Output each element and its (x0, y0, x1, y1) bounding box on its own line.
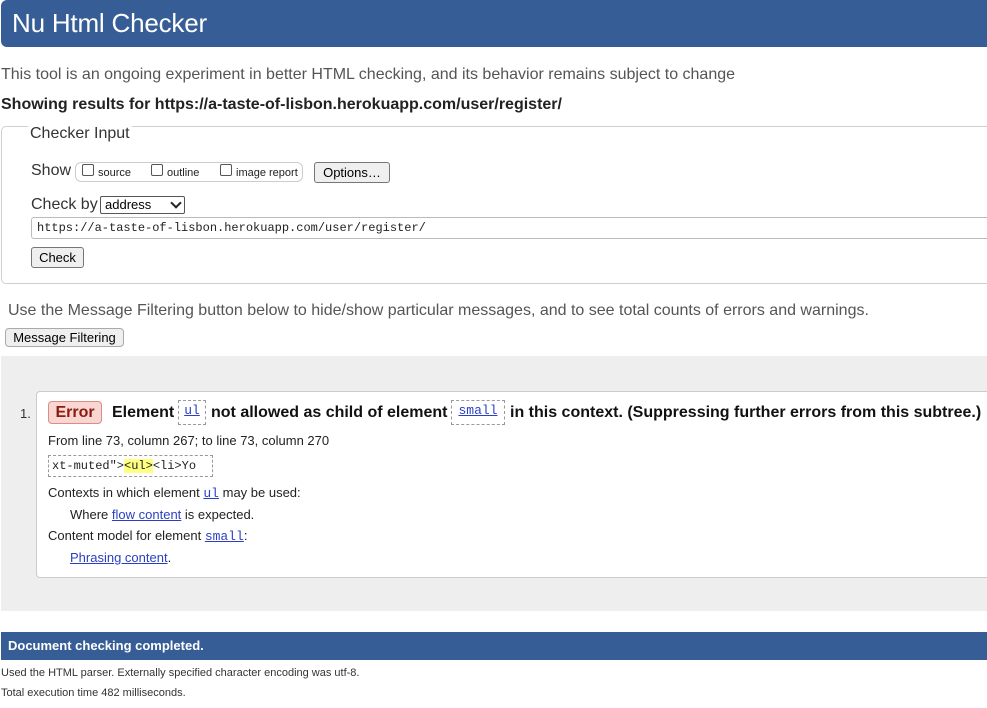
message-text-context: in this context. (Suppressing further er… (510, 404, 982, 421)
show-label: Show (31, 162, 72, 179)
extract-before: xt-muted"> (52, 459, 125, 473)
intro-text: This tool is an ongoing experiment in be… (1, 66, 736, 83)
where-suffix: is expected. (184, 507, 255, 522)
image-report-checkbox[interactable] (220, 164, 232, 176)
phrasing-end: . (167, 550, 172, 565)
contexts-line: Contexts in which element ul may be used… (48, 485, 301, 501)
model-small-link[interactable]: small (205, 529, 244, 544)
content-model-line: Content model for element small: (48, 528, 247, 544)
error-location: From line 73, column 267; to line 73, co… (48, 433, 330, 448)
outline-checkbox[interactable] (151, 164, 163, 176)
contexts-ul-link[interactable]: ul (203, 486, 219, 501)
model-suffix: : (243, 528, 248, 543)
message-text-not-allowed: not allowed as child of element (211, 404, 448, 421)
url-input[interactable]: https://a-taste-of-lisbon.herokuapp.com/… (31, 217, 987, 239)
execution-time: Total execution time 482 milliseconds. (1, 687, 186, 699)
ul-link[interactable]: ul (184, 403, 200, 418)
small-link[interactable]: small (458, 403, 497, 418)
chevron-down-icon (170, 197, 182, 209)
completed-banner: Document checking completed. (1, 632, 987, 660)
phrasing-line: Phrasing content. (70, 550, 171, 565)
extract-after: <li>Yo (152, 459, 197, 473)
flow-content-link[interactable]: flow content (112, 507, 181, 522)
check-by-selected-value: address (105, 197, 152, 212)
message-filtering-button[interactable]: Message Filtering (5, 328, 124, 347)
filter-hint: Use the Message Filtering button below t… (8, 302, 869, 319)
check-button[interactable]: Check (31, 247, 84, 268)
contexts-suffix: may be used: (222, 485, 301, 500)
check-by-select[interactable]: address (100, 196, 185, 214)
outline-checkbox-label: outline (167, 167, 200, 179)
error-badge: Error (48, 401, 102, 424)
source-checkbox[interactable] (82, 164, 94, 176)
options-button[interactable]: Options… (314, 162, 390, 183)
page-title: Nu Html Checker (12, 8, 207, 38)
message-number: 1. (20, 406, 31, 421)
check-by-label: Check by (31, 196, 98, 213)
source-checkbox-label: source (98, 167, 132, 179)
where-line: Where flow content is expected. (70, 507, 254, 522)
image-report-checkbox-label: image report (236, 167, 298, 179)
checker-input-legend: Checker Input (28, 125, 132, 143)
parser-info: Used the HTML parser. Externally specifi… (1, 667, 360, 679)
phrasing-content-link[interactable]: Phrasing content (70, 550, 168, 565)
source-extract: xt-muted"><ul><li>Yo (48, 455, 213, 477)
showing-results-heading: Showing results for https://a-taste-of-l… (1, 96, 562, 113)
extract-highlight: <ul> (124, 459, 153, 473)
where-prefix: Where (70, 507, 109, 522)
contexts-prefix: Contexts in which element (48, 485, 200, 500)
message-text-element: Element (112, 404, 175, 421)
completed-text: Document checking completed. (8, 638, 204, 653)
code-small: small (451, 400, 505, 425)
page-header: Nu Html Checker (1, 0, 987, 47)
code-ul: ul (178, 400, 206, 425)
model-prefix: Content model for element (48, 528, 202, 543)
